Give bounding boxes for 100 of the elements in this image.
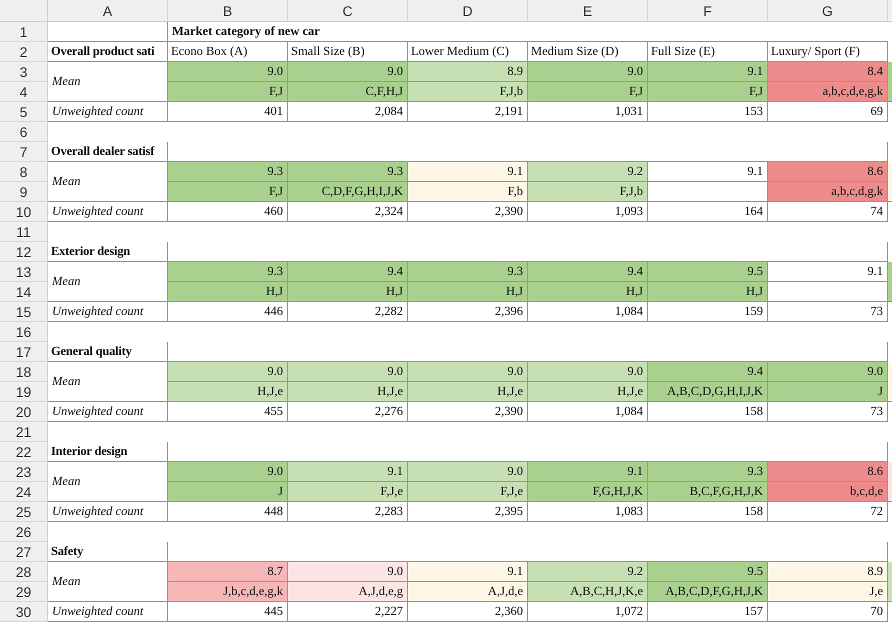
section-title: Exterior design [48, 242, 168, 262]
table-cell: 9.1 [648, 162, 768, 182]
table-cell: 9.1 [648, 62, 768, 82]
table-cell: A,B,C,D,F,G,H,J,K [648, 582, 768, 602]
row-header[interactable]: 30 [0, 602, 48, 622]
table-cell: 9.4 [648, 362, 768, 382]
table-cell: 74 [768, 202, 888, 222]
row-header[interactable]: 23 [0, 462, 48, 482]
row-header[interactable]: 21 [0, 422, 48, 442]
row-header[interactable]: 11 [0, 222, 48, 242]
table-cell: F,J,e [408, 482, 528, 502]
table-cell: 2,191 [408, 102, 528, 122]
table-cell: 9.5 [648, 562, 768, 582]
table-cell: 2,396 [408, 302, 528, 322]
table-cell: 1,093 [528, 202, 648, 222]
table-cell: A,J,d,e [408, 582, 528, 602]
table-cell: 1,072 [528, 602, 648, 622]
row-header[interactable]: 3 [0, 62, 48, 82]
row-label: Unweighted count [48, 302, 168, 322]
row-header[interactable]: 19 [0, 382, 48, 402]
column-header[interactable]: F [648, 0, 768, 21]
row-header[interactable]: 12 [0, 242, 48, 262]
section-title: Overall dealer satisf [48, 142, 168, 162]
row-header[interactable]: 22 [0, 442, 48, 462]
table-cell: 157 [648, 602, 768, 622]
table-cell: 8.6 [768, 462, 888, 482]
row-header[interactable]: 10 [0, 202, 48, 222]
table-cell: 445 [168, 602, 288, 622]
table-cell: 2,227 [288, 602, 408, 622]
table-cell: 8.7 [168, 562, 288, 582]
table-cell: 2,390 [408, 202, 528, 222]
column-header[interactable]: C [288, 0, 408, 21]
row-header[interactable]: 24 [0, 482, 48, 502]
row-header[interactable]: 29 [0, 582, 48, 602]
row-header[interactable]: 17 [0, 342, 48, 362]
table-cell: A,J,d,e,g [288, 582, 408, 602]
row-header[interactable]: 9 [0, 182, 48, 202]
row-header[interactable]: 8 [0, 162, 48, 182]
table-cell: 73 [768, 402, 888, 422]
column-header[interactable]: E [528, 0, 648, 21]
table-cell: 9.0 [528, 62, 648, 82]
table-cell: 8.6 [768, 162, 888, 182]
row-header[interactable]: 25 [0, 502, 48, 522]
row-header[interactable]: 7 [0, 142, 48, 162]
row-header[interactable]: 16 [0, 322, 48, 342]
row-header[interactable]: 5 [0, 102, 48, 122]
table-cell: F,G,H,J,K [528, 482, 648, 502]
column-header[interactable]: G [768, 0, 888, 21]
table-cell: 455 [168, 402, 288, 422]
table-cell: 8.9 [768, 562, 888, 582]
row-header[interactable]: 13 [0, 262, 48, 282]
row-header[interactable]: 1 [0, 22, 48, 42]
table-cell: 158 [648, 402, 768, 422]
row-header[interactable]: 14 [0, 282, 48, 302]
table-cell: H,J [528, 282, 648, 302]
table-cell: 1,031 [528, 102, 648, 122]
row-header[interactable]: 27 [0, 542, 48, 562]
section-title: General quality [48, 342, 168, 362]
section-title: Safety [48, 542, 168, 562]
table-cell: 164 [648, 202, 768, 222]
table-cell: 73 [768, 302, 888, 322]
table-cell: 9.1 [408, 162, 528, 182]
row-header[interactable]: 28 [0, 562, 48, 582]
table-cell: 9.3 [648, 462, 768, 482]
row-header[interactable]: 18 [0, 362, 48, 382]
table-cell: 2,283 [288, 502, 408, 522]
column-header[interactable]: D [408, 0, 528, 21]
column-header[interactable]: A [48, 0, 168, 21]
table-cell: H,J [168, 282, 288, 302]
row-header[interactable]: 6 [0, 122, 48, 142]
row-header[interactable]: 2 [0, 42, 48, 62]
table-cell: F,J,e [288, 482, 408, 502]
table-cell: 8.4 [768, 62, 888, 82]
table-cell: 72 [768, 502, 888, 522]
row-header[interactable]: 26 [0, 522, 48, 542]
table-cell: J,e [768, 582, 888, 602]
table-cell: 2,276 [288, 402, 408, 422]
table-cell: H,J [288, 282, 408, 302]
row-header[interactable]: 15 [0, 302, 48, 322]
table-cell: J [168, 482, 288, 502]
table-cell: 9.0 [168, 362, 288, 382]
column-header[interactable]: B [168, 0, 288, 21]
table-cell: 2,390 [408, 402, 528, 422]
table-cell: 9.2 [528, 162, 648, 182]
table-cell: H,J,e [528, 382, 648, 402]
table-cell: a,b,c,d,e,g,k [768, 82, 888, 102]
table-cell: 8.9 [408, 62, 528, 82]
section-title: Interior design [48, 442, 168, 462]
table-cell: 2,324 [288, 202, 408, 222]
table-cell: 1,083 [528, 502, 648, 522]
table-cell: F,J [168, 82, 288, 102]
table-cell: 2,395 [408, 502, 528, 522]
row-header[interactable]: 4 [0, 82, 48, 102]
table-cell: C,F,H,J [288, 82, 408, 102]
table-cell: 1,084 [528, 302, 648, 322]
table-cell: 9.0 [768, 362, 888, 382]
table-cell: F,J [648, 82, 768, 102]
table-cell: H,J,e [408, 382, 528, 402]
row-header[interactable]: 20 [0, 402, 48, 422]
table-cell: 2,084 [288, 102, 408, 122]
